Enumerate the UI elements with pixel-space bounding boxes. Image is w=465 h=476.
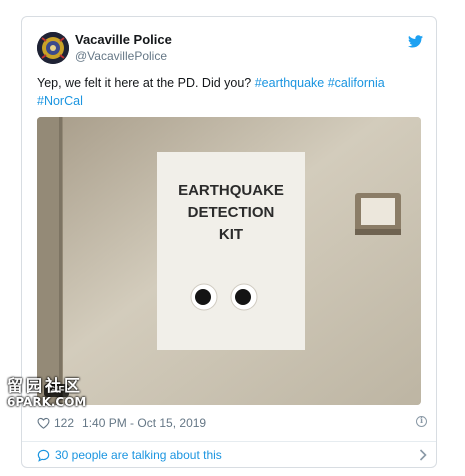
sign-line-3: KIT bbox=[219, 226, 243, 243]
twitter-bird-icon[interactable] bbox=[408, 35, 423, 48]
avatar[interactable] bbox=[37, 32, 69, 64]
info-icon[interactable] bbox=[416, 415, 427, 427]
like-count[interactable]: 122 bbox=[54, 416, 74, 430]
sign-line-2: DETECTION bbox=[188, 204, 275, 221]
hashtag-norcal[interactable]: #NorCal bbox=[37, 94, 83, 108]
hashtag-california[interactable]: #california bbox=[328, 76, 385, 90]
tweet-meta: 122 1:40 PM - Oct 15, 2019 bbox=[37, 415, 427, 431]
divider bbox=[22, 441, 436, 442]
tweet-timestamp[interactable]: 1:40 PM - Oct 15, 2019 bbox=[82, 416, 206, 430]
author-name[interactable]: Vacaville Police bbox=[75, 32, 172, 47]
talking-link[interactable]: 30 people are talking about this bbox=[37, 447, 427, 463]
heart-icon[interactable] bbox=[37, 417, 50, 429]
tweet-body: Yep, we felt it here at the PD. Did you? bbox=[37, 76, 255, 90]
chat-bubble-icon bbox=[37, 449, 50, 462]
tweet-media-gif[interactable]: EARTHQUAKE DETECTION KIT GIF bbox=[37, 117, 421, 405]
tweet-text: Yep, we felt it here at the PD. Did you?… bbox=[37, 74, 427, 110]
hashtag-earthquake[interactable]: #earthquake bbox=[255, 76, 325, 90]
chevron-right-icon bbox=[419, 449, 427, 461]
watermark-cn: 留园社区 bbox=[7, 376, 84, 395]
wall-switch bbox=[355, 193, 401, 235]
watermark: 留园社区 6PARK.COM bbox=[7, 376, 87, 409]
talking-text: 30 people are talking about this bbox=[55, 448, 222, 462]
paper-sign: EARTHQUAKE DETECTION KIT bbox=[157, 152, 305, 350]
watermark-url: 6PARK.COM bbox=[7, 395, 87, 409]
sign-line-1: EARTHQUAKE bbox=[178, 182, 284, 199]
author-handle[interactable]: @VacavillePolice bbox=[75, 49, 167, 63]
